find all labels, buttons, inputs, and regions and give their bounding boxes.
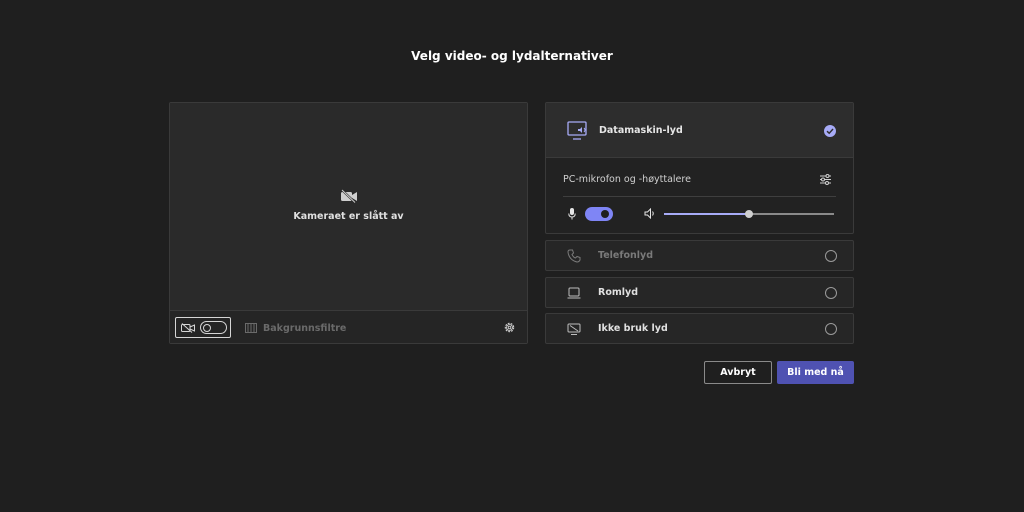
divider bbox=[563, 196, 836, 197]
computer-audio-option[interactable]: Datamaskin-lyd PC-mikrofon og -høyttaler… bbox=[545, 102, 854, 234]
check-circle-icon bbox=[824, 125, 836, 137]
camera-off-message: Kameraet er slått av bbox=[293, 211, 404, 222]
no-audio-radio[interactable] bbox=[825, 323, 837, 335]
computer-audio-header[interactable]: Datamaskin-lyd bbox=[546, 103, 853, 158]
background-filters-icon bbox=[245, 323, 257, 333]
room-audio-label: Romlyd bbox=[598, 287, 638, 298]
microphone-icon bbox=[568, 208, 576, 220]
background-filters-label: Bakgrunnsfiltre bbox=[263, 322, 347, 334]
camera-toggle[interactable] bbox=[175, 317, 231, 338]
phone-audio-label: Telefonlyd bbox=[598, 250, 654, 261]
join-now-button[interactable]: Bli med nå bbox=[777, 361, 854, 384]
camera-switch[interactable] bbox=[200, 321, 227, 334]
speaker-volume-fill bbox=[664, 213, 749, 215]
audio-off-icon bbox=[567, 323, 581, 335]
computer-audio-label: Datamaskin-lyd bbox=[599, 125, 683, 136]
camera-off-icon bbox=[341, 189, 357, 203]
video-preview-area: Kameraet er slått av bbox=[170, 103, 527, 310]
background-filters-button[interactable]: Bakgrunnsfiltre bbox=[245, 321, 346, 335]
video-preview-panel: Kameraet er slått av Bakgrunnsfiltre bbox=[169, 102, 528, 344]
camera-switch-knob bbox=[203, 323, 211, 332]
microphone-toggle-knob bbox=[601, 210, 609, 218]
phone-audio-radio[interactable] bbox=[825, 250, 837, 262]
no-audio-option[interactable]: Ikke bruk lyd bbox=[545, 313, 854, 344]
room-audio-radio[interactable] bbox=[825, 287, 837, 299]
gear-icon[interactable] bbox=[503, 321, 516, 334]
no-audio-label: Ikke bruk lyd bbox=[598, 323, 668, 334]
computer-audio-icon bbox=[567, 121, 587, 140]
camera-off-icon bbox=[181, 323, 195, 333]
audio-device-label: PC-mikrofon og -høyttalere bbox=[563, 174, 691, 185]
phone-icon bbox=[567, 249, 581, 263]
microphone-toggle[interactable] bbox=[585, 207, 613, 221]
room-device-icon bbox=[567, 287, 581, 299]
cancel-button[interactable]: Avbryt bbox=[704, 361, 772, 384]
device-settings-icon[interactable] bbox=[819, 173, 832, 186]
speaker-volume-handle[interactable] bbox=[745, 210, 753, 218]
speaker-volume-slider[interactable] bbox=[664, 210, 834, 218]
phone-audio-option[interactable]: Telefonlyd bbox=[545, 240, 854, 271]
room-audio-option[interactable]: Romlyd bbox=[545, 277, 854, 308]
video-controls-bar: Bakgrunnsfiltre bbox=[170, 310, 527, 343]
speaker-icon bbox=[644, 208, 654, 219]
page-title: Velg video- og lydalternativer bbox=[411, 49, 613, 63]
